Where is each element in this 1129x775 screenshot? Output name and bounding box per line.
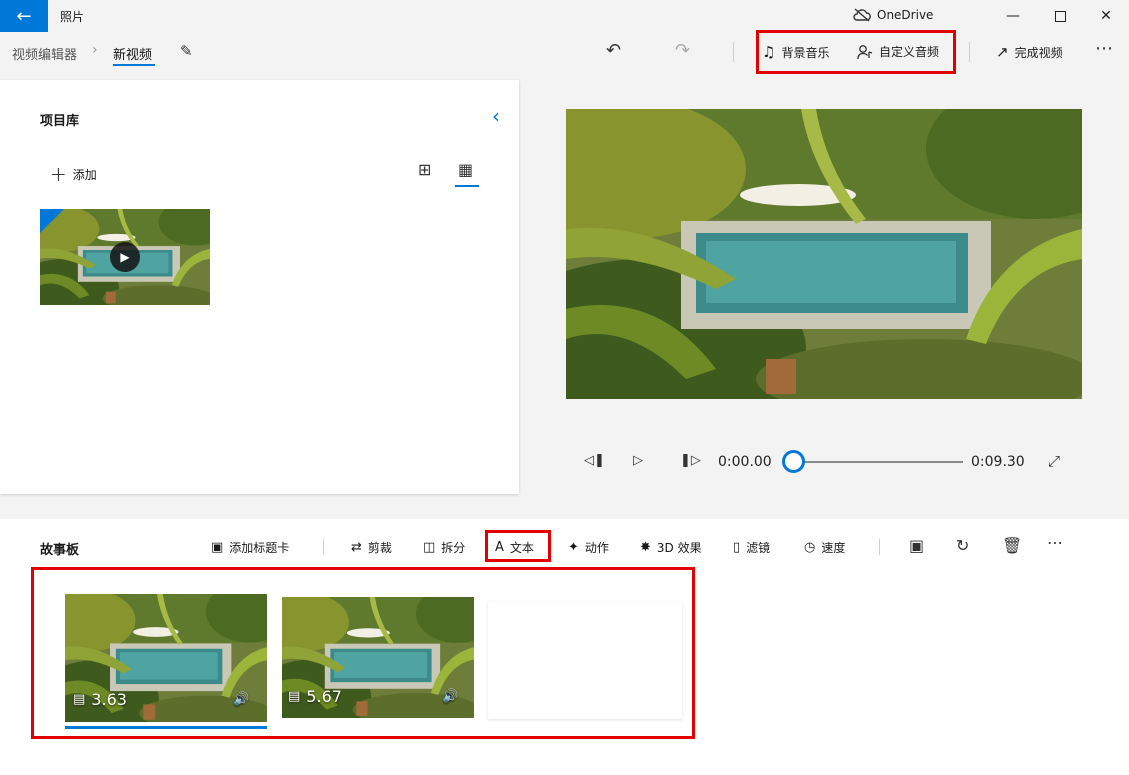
plus-icon: + bbox=[50, 162, 67, 186]
video-frame bbox=[566, 109, 1082, 399]
chevron-right-icon: › bbox=[92, 42, 98, 58]
storyboard-title: 故事板 bbox=[40, 543, 80, 558]
add-media-button[interactable]: + 添加 bbox=[50, 162, 97, 186]
large-grid-view-icon[interactable]: ⊞ bbox=[418, 160, 431, 179]
total-duration: 0:09.30 bbox=[971, 454, 1025, 470]
trim-icon: ⇄ bbox=[351, 540, 362, 555]
minimize-button[interactable]: — bbox=[990, 0, 1036, 32]
annotation-highlight-audio bbox=[756, 30, 956, 74]
trim-button[interactable]: ⇄ 剪裁 bbox=[351, 539, 392, 556]
motion-icon: ✦ bbox=[568, 540, 579, 555]
annotation-highlight-text bbox=[485, 530, 551, 562]
add-media-label: 添加 bbox=[72, 167, 97, 182]
share-icon: ↗ bbox=[996, 43, 1009, 61]
title-bar: ← 照片 OneDrive — ✕ bbox=[0, 0, 1129, 32]
add-title-card-button[interactable]: ▣ 添加标题卡 bbox=[211, 539, 289, 556]
trim-label: 剪裁 bbox=[367, 541, 392, 555]
toolbar-divider bbox=[969, 42, 970, 62]
project-library-panel: 项目库 ‹ + 添加 ⊞ ▦ ▶ bbox=[0, 80, 519, 494]
library-title: 项目库 bbox=[40, 114, 80, 129]
storyboard-toolbar-divider bbox=[323, 539, 324, 555]
split-label: 拆分 bbox=[441, 541, 466, 555]
cloud-offline-icon bbox=[853, 8, 871, 22]
storyboard-panel: 故事板 ▣ 添加标题卡 ⇄ 剪裁 ◫ 拆分 A 文本 ✦ 动作 ✸ 3D 效果 … bbox=[0, 519, 1129, 775]
title-card-icon: ▣ bbox=[211, 540, 224, 555]
3d-effects-icon: ✸ bbox=[640, 540, 651, 555]
toolbar-divider bbox=[733, 42, 734, 62]
current-time: 0:00.00 bbox=[718, 454, 772, 470]
video-preview[interactable] bbox=[566, 109, 1082, 399]
close-icon: ✕ bbox=[1100, 8, 1112, 24]
motion-button[interactable]: ✦ 动作 bbox=[568, 539, 609, 556]
finish-video-label: 完成视频 bbox=[1014, 45, 1063, 60]
3d-effects-button[interactable]: ✸ 3D 效果 bbox=[640, 539, 702, 556]
library-media-thumbnail[interactable]: ▶ bbox=[40, 209, 210, 305]
add-title-card-label: 添加标题卡 bbox=[229, 541, 290, 555]
filter-brush-icon: ▯ bbox=[733, 540, 741, 555]
annotation-highlight-storyboard bbox=[31, 567, 695, 739]
breadcrumb-video-editor[interactable]: 视频编辑器 bbox=[12, 44, 77, 63]
resize-icon[interactable]: ▣ bbox=[909, 536, 924, 555]
speed-button[interactable]: ◷ 速度 bbox=[804, 539, 845, 556]
added-to-storyboard-marker bbox=[40, 209, 64, 233]
breadcrumb-current-project: 新视频 bbox=[113, 48, 153, 63]
maximize-button[interactable] bbox=[1037, 0, 1083, 32]
speed-label: 速度 bbox=[821, 541, 846, 555]
next-frame-icon[interactable]: ❚▷ bbox=[680, 453, 701, 468]
finish-video-button[interactable]: ↗ 完成视频 bbox=[996, 43, 1063, 61]
rotate-icon[interactable]: ↻ bbox=[956, 536, 969, 555]
split-icon: ◫ bbox=[423, 540, 436, 555]
split-button[interactable]: ◫ 拆分 bbox=[423, 539, 465, 556]
seek-thumb[interactable] bbox=[782, 450, 805, 473]
filters-button[interactable]: ▯ 滤镜 bbox=[733, 539, 770, 556]
view-active-indicator bbox=[455, 185, 479, 187]
collapse-chevron-icon[interactable]: ‹ bbox=[492, 104, 500, 128]
maximize-icon bbox=[1054, 10, 1066, 22]
delete-icon[interactable]: 🗑 bbox=[1002, 536, 1022, 555]
play-pause-icon[interactable]: ▷ bbox=[633, 453, 643, 468]
play-icon[interactable]: ▶ bbox=[110, 242, 140, 272]
seek-bar[interactable] bbox=[793, 461, 963, 463]
app-title: 照片 bbox=[60, 10, 85, 24]
3d-effects-label: 3D 效果 bbox=[656, 541, 702, 555]
onedrive-status[interactable]: OneDrive bbox=[853, 8, 933, 22]
minimize-icon: — bbox=[1006, 8, 1020, 24]
redo-icon[interactable]: ↷ bbox=[675, 40, 690, 61]
more-options-icon[interactable]: ⋯ bbox=[1095, 38, 1113, 59]
undo-icon[interactable]: ↶ bbox=[606, 40, 621, 61]
back-button[interactable]: ← bbox=[0, 0, 48, 32]
fullscreen-icon[interactable]: ⤢ bbox=[1048, 452, 1060, 470]
onedrive-label: OneDrive bbox=[877, 8, 934, 22]
filters-label: 滤镜 bbox=[746, 541, 771, 555]
storyboard-toolbar-divider bbox=[879, 539, 880, 555]
motion-label: 动作 bbox=[584, 541, 609, 555]
breadcrumb-active-indicator bbox=[113, 64, 155, 66]
rename-pencil-icon[interactable]: ✎ bbox=[180, 42, 193, 60]
close-button[interactable]: ✕ bbox=[1083, 0, 1129, 32]
previous-frame-icon[interactable]: ◁❚ bbox=[584, 453, 605, 468]
speedometer-icon: ◷ bbox=[804, 540, 816, 555]
arrow-left-icon: ← bbox=[16, 5, 32, 27]
small-grid-view-icon[interactable]: ▦ bbox=[458, 160, 473, 179]
more-options-icon[interactable]: ⋯ bbox=[1047, 533, 1063, 552]
